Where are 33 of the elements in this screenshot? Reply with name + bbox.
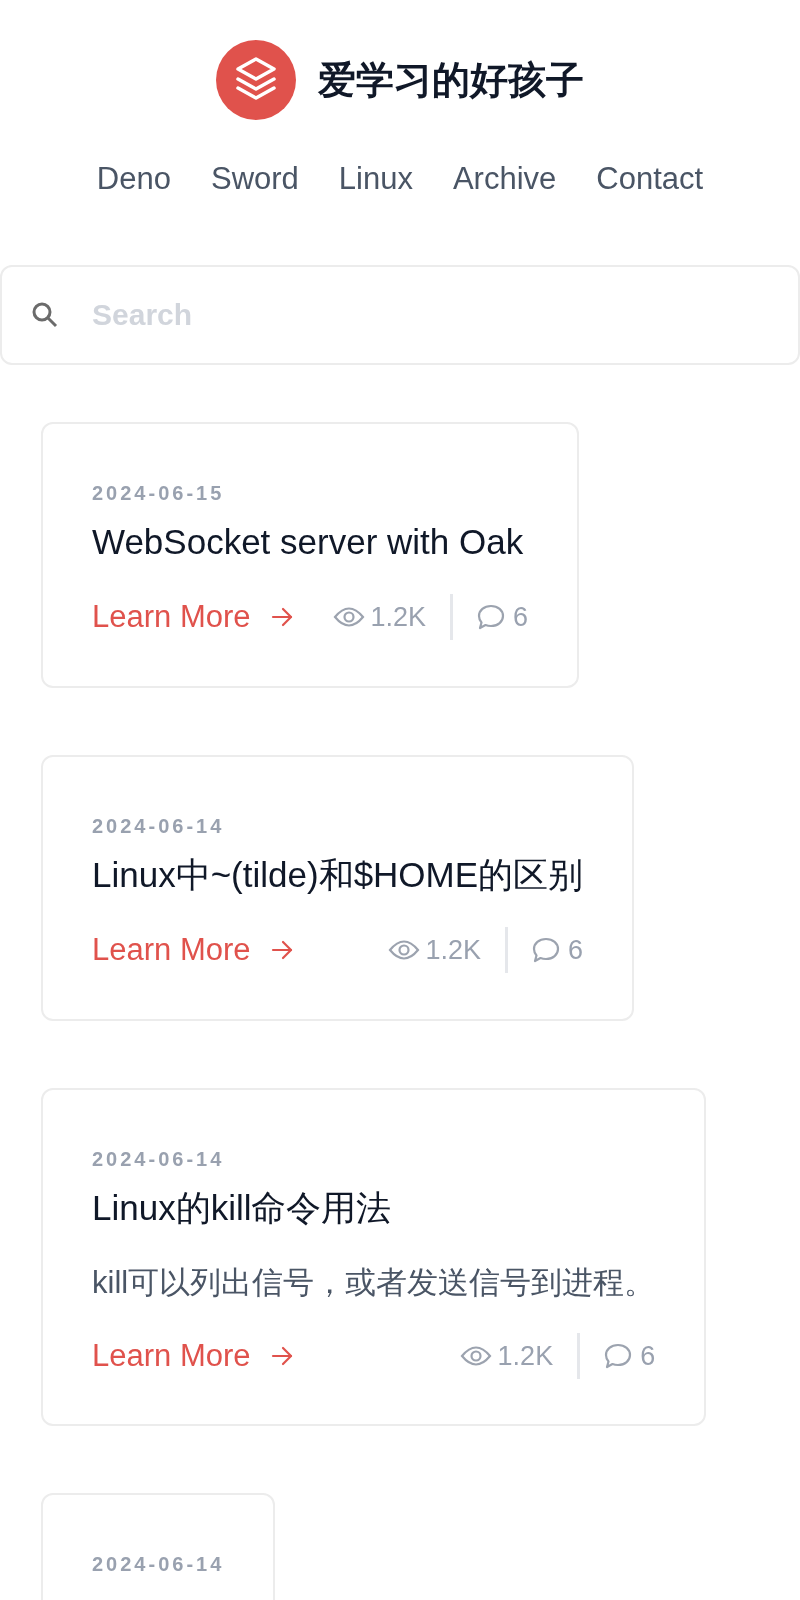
nav-link[interactable]: Archive [452, 156, 557, 203]
post-title[interactable]: Linux的kill命令用法 [92, 1181, 656, 1234]
logo-icon[interactable] [216, 40, 296, 120]
arrow-icon [270, 1345, 293, 1366]
view-count: 1.2K [370, 601, 427, 634]
view-count: 1.2K [425, 934, 482, 967]
nav-link[interactable]: Linux [338, 156, 413, 203]
eye-icon [459, 1344, 492, 1367]
learn-more-link[interactable]: Learn More [92, 594, 293, 641]
learn-more-link[interactable]: Learn More [92, 927, 293, 974]
nav-link[interactable]: Sword [210, 156, 299, 203]
comment-icon [604, 1341, 633, 1370]
post-date: 2024-06-15 [92, 480, 226, 506]
post-excerpt: kill可以列出信号，或者发送信号到进程。 [92, 1264, 656, 1302]
site-title: 爱学习的好孩子 [318, 56, 584, 104]
comment-count: 6 [568, 934, 584, 967]
post-title[interactable]: WebSocket server with Oak [92, 515, 529, 568]
arrow-icon [270, 607, 293, 628]
nav-link[interactable]: Contact [596, 156, 704, 203]
comment-icon [477, 603, 506, 632]
post-date: 2024-06-14 [92, 813, 226, 839]
nav-link[interactable]: Deno [96, 156, 171, 203]
learn-more-link[interactable]: Learn More [92, 1332, 293, 1379]
post-date: 2024-06-14 [92, 1552, 225, 1577]
eye-icon [332, 606, 365, 629]
comment-icon [532, 936, 561, 965]
comment-count: 6 [513, 601, 529, 634]
post-date: 2024-06-14 [92, 1146, 226, 1172]
view-count: 1.2K [497, 1339, 554, 1373]
eye-icon [387, 939, 420, 962]
arrow-icon [270, 940, 293, 961]
comment-count: 6 [640, 1339, 656, 1373]
post-title[interactable]: Linux中~(tilde)和$HOME的区别 [92, 848, 584, 901]
